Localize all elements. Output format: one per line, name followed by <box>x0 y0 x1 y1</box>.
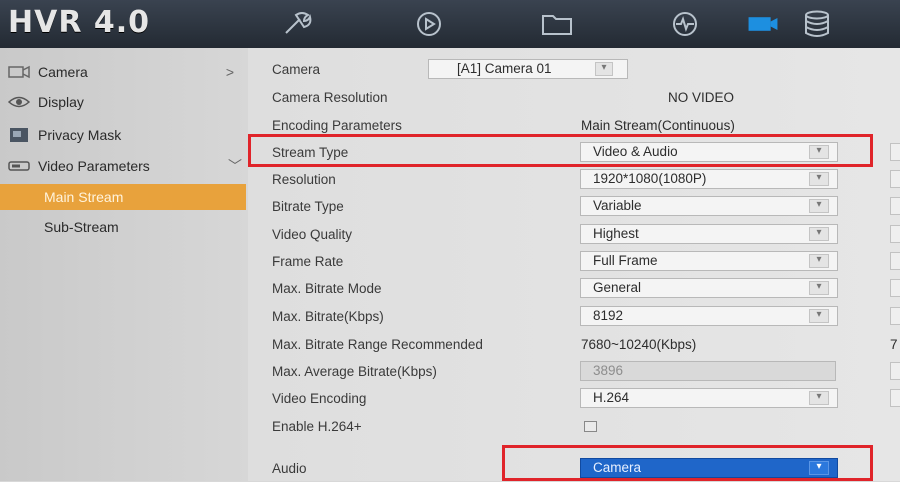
privacy-mask-icon <box>6 127 32 143</box>
encoding-parameters-label: Encoding Parameters <box>272 118 402 133</box>
max-bitrate-mode-value: General <box>593 280 642 295</box>
playback-icon[interactable] <box>412 9 446 39</box>
enable-h264plus-row: Enable H.264+ <box>248 414 900 440</box>
frame-rate-value: Full Frame <box>593 253 658 268</box>
video-quality-label: Video Quality <box>272 227 353 242</box>
max-bitrate-mode-row: Max. Bitrate Mode General ▾ <box>248 276 900 302</box>
max-bitrate-value: 8192 <box>593 308 624 323</box>
settings-panel: Camera [A1] Camera 01 ▾ Camera Resolutio… <box>248 48 900 481</box>
camera-icon <box>6 64 32 80</box>
chevron-right-icon: > <box>225 64 234 80</box>
frame-rate-label: Frame Rate <box>272 254 344 269</box>
camera-resolution-value: NO VIDEO <box>668 90 735 105</box>
encoding-parameters-value[interactable]: Main Stream(Continuous) <box>581 118 735 133</box>
sidebar-item-label: Privacy Mask <box>38 127 122 143</box>
eye-icon <box>6 94 32 110</box>
bitrate-type-select[interactable]: Variable ▾ <box>580 196 838 216</box>
enable-h264plus-label: Enable H.264+ <box>272 419 362 434</box>
max-bitrate-mode-label: Max. Bitrate Mode <box>272 281 382 296</box>
sidebar-item-label: Video Parameters <box>38 158 150 174</box>
copy-button[interactable] <box>890 225 900 243</box>
system-status-icon[interactable] <box>668 9 702 39</box>
max-average-bitrate-input[interactable]: 3896 <box>580 361 836 381</box>
video-encoding-label: Video Encoding <box>272 391 367 406</box>
storage-icon[interactable] <box>800 9 834 39</box>
max-bitrate-label: Max. Bitrate(Kbps) <box>272 309 384 324</box>
chevron-down-icon: ▾ <box>595 62 613 76</box>
sidebar-subitem-sub-stream[interactable]: Sub-Stream <box>0 214 248 240</box>
chevron-down-icon: ▾ <box>809 227 829 241</box>
copy-button[interactable] <box>890 170 900 188</box>
copy-button[interactable] <box>890 197 900 215</box>
enable-h264plus-checkbox[interactable] <box>584 421 597 432</box>
chevron-down-icon: ▾ <box>809 172 829 186</box>
camera-row: Camera [A1] Camera 01 ▾ <box>248 57 900 83</box>
chevron-down-icon: ▾ <box>809 199 829 213</box>
max-bitrate-mode-select[interactable]: General ▾ <box>580 278 838 298</box>
sidebar-item-label: Display <box>38 94 84 110</box>
bitrate-range-row: Max. Bitrate Range Recommended 7680~1024… <box>248 332 900 358</box>
bitrate-type-label: Bitrate Type <box>272 199 344 214</box>
camera-resolution-row: Camera Resolution NO VIDEO <box>248 85 900 111</box>
copy-button[interactable] <box>890 252 900 270</box>
video-quality-value: Highest <box>593 226 639 241</box>
resolution-row: Resolution 1920*1080(1080P) ▾ <box>248 167 900 193</box>
video-encoding-value: H.264 <box>593 390 630 405</box>
sidebar-subitem-main-stream[interactable]: Main Stream <box>0 184 246 210</box>
stream-type-highlight <box>248 134 873 167</box>
resolution-value: 1920*1080(1080P) <box>593 171 707 186</box>
bitrate-type-row: Bitrate Type Variable ▾ <box>248 194 900 220</box>
camera-select[interactable]: [A1] Camera 01 ▾ <box>428 59 628 79</box>
video-quality-select[interactable]: Highest ▾ <box>580 224 838 244</box>
copy-button[interactable] <box>890 279 900 297</box>
sidebar-item-privacy-mask[interactable]: Privacy Mask <box>0 121 248 149</box>
app-title: HVR 4.0 <box>8 5 151 40</box>
resolution-label: Resolution <box>272 172 336 187</box>
chevron-down-icon: ▾ <box>809 309 829 323</box>
audio-highlight <box>502 445 873 481</box>
bitrate-type-value: Variable <box>593 198 642 213</box>
frame-rate-row: Frame Rate Full Frame ▾ <box>248 249 900 275</box>
chevron-down-icon: ▾ <box>809 281 829 295</box>
chevron-down-icon: ▾ <box>809 254 829 268</box>
camera-select-value: [A1] Camera 01 <box>457 61 552 76</box>
bitrate-range-value: 7680~10240(Kbps) <box>581 337 697 352</box>
copy-button[interactable] <box>890 307 900 325</box>
copy-button[interactable] <box>890 143 900 161</box>
video-encoding-select[interactable]: H.264 ▾ <box>580 388 838 408</box>
video-quality-row: Video Quality Highest ▾ <box>248 222 900 248</box>
max-bitrate-select[interactable]: 8192 ▾ <box>580 306 838 326</box>
sidebar: Camera > Display Privacy Mask Video Para… <box>0 48 248 481</box>
folder-icon[interactable] <box>540 9 574 39</box>
chevron-down-icon: ▾ <box>809 391 829 405</box>
video-encoding-row: Video Encoding H.264 ▾ <box>248 386 900 412</box>
camera-icon[interactable] <box>743 9 783 39</box>
resolution-select[interactable]: 1920*1080(1080P) ▾ <box>580 169 838 189</box>
camera-resolution-label: Camera Resolution <box>272 90 388 105</box>
video-icon <box>6 158 32 174</box>
max-bitrate-row: Max. Bitrate(Kbps) 8192 ▾ <box>248 304 900 330</box>
sidebar-item-camera[interactable]: Camera > <box>0 58 248 86</box>
sidebar-item-video-parameters[interactable]: Video Parameters ﹀ <box>0 152 248 180</box>
sidebar-item-label: Camera <box>38 64 88 80</box>
max-average-bitrate-row: Max. Average Bitrate(Kbps) 3896 <box>248 359 900 385</box>
wrench-icon[interactable] <box>282 9 316 39</box>
chevron-down-icon: ﹀ <box>228 158 242 174</box>
copy-button[interactable] <box>890 362 900 380</box>
top-bar: HVR 4.0 <box>0 0 900 48</box>
max-average-bitrate-value: 3896 <box>593 363 624 378</box>
audio-label: Audio <box>272 461 307 476</box>
bitrate-range-label: Max. Bitrate Range Recommended <box>272 337 483 352</box>
max-average-bitrate-label: Max. Average Bitrate(Kbps) <box>272 364 437 379</box>
sidebar-item-display[interactable]: Display <box>0 88 248 116</box>
side-digit: 7 <box>890 337 898 352</box>
copy-button[interactable] <box>890 389 900 407</box>
frame-rate-select[interactable]: Full Frame ▾ <box>580 251 838 271</box>
camera-label: Camera <box>272 62 321 77</box>
